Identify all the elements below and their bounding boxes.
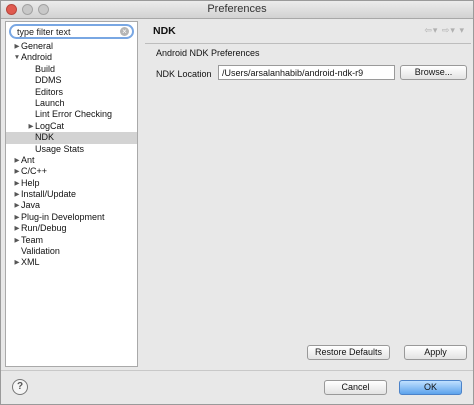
tree-item-validation[interactable]: Validation — [6, 246, 137, 257]
preference-tree-pane: × ▶General▼AndroidBuildDDMSEditorsLaunch… — [5, 21, 138, 367]
help-icon[interactable]: ? — [12, 379, 28, 395]
tree-item-label: Build — [35, 63, 56, 74]
ok-button[interactable]: OK — [399, 380, 462, 395]
collapsed-arrow-icon[interactable]: ▶ — [13, 189, 21, 200]
tree-item-c-c[interactable]: ▶ C/C++ — [6, 166, 137, 177]
tree-item-label: Validation — [21, 246, 60, 257]
preference-page: NDK ⇦▾ ⇨▾ ▾ Android NDK Preferences NDK … — [145, 21, 471, 367]
preference-tree: ▶ General ▼ Android Build DDMS Editors Launch Li… — [6, 41, 137, 269]
clear-icon[interactable]: × — [120, 27, 129, 36]
filter-box[interactable]: × — [9, 24, 134, 39]
tree-item-label: Ant — [21, 154, 35, 165]
tree-item-label: Install/Update — [21, 189, 77, 200]
collapsed-arrow-icon[interactable]: ▶ — [13, 200, 21, 211]
tree-item-label: General — [21, 41, 54, 51]
page-title: NDK — [153, 25, 176, 37]
restore-defaults-button[interactable]: Restore Defaults — [307, 345, 390, 360]
close-window-button[interactable] — [6, 4, 17, 15]
tree-item-label: Run/Debug — [21, 223, 67, 234]
history-nav: ⇦▾ ⇨▾ ▾ — [424, 25, 465, 36]
tree-item-label: Plug-in Development — [21, 211, 105, 222]
collapsed-arrow-icon[interactable]: ▶ — [27, 121, 35, 132]
title-bar: Preferences — [1, 1, 473, 19]
filter-input[interactable] — [17, 26, 117, 37]
collapsed-arrow-icon[interactable]: ▶ — [13, 257, 21, 268]
tree-item-label: Android — [21, 52, 53, 63]
apply-button[interactable]: Apply — [404, 345, 467, 360]
tree-item-run-debug[interactable]: ▶ Run/Debug — [6, 223, 137, 234]
section-heading: Android NDK Preferences — [156, 48, 260, 58]
tree-item-label: Usage Stats — [35, 143, 85, 154]
tree-item-label: LogCat — [35, 120, 65, 131]
collapsed-arrow-icon[interactable]: ▶ — [13, 223, 21, 234]
tree-item-help[interactable]: ▶ Help — [6, 178, 137, 189]
tree-item-usage-stats[interactable]: Usage Stats — [6, 144, 137, 155]
collapsed-arrow-icon[interactable]: ▶ — [13, 155, 21, 166]
tree-item-label: NDK — [35, 132, 55, 143]
cancel-button[interactable]: Cancel — [324, 380, 387, 395]
tree-item-label: Help — [21, 177, 40, 188]
tree-item-plug-in-development[interactable]: ▶ Plug-in Development — [6, 212, 137, 223]
tree-item-install-update[interactable]: ▶ Install/Update — [6, 189, 137, 200]
dialog-footer: ? Cancel OK — [1, 370, 473, 405]
tree-item-xml[interactable]: ▶ XML — [6, 257, 137, 268]
tree-item-logcat[interactable]: ▶ LogCat — [6, 121, 137, 132]
tree-item-team[interactable]: ▶ Team — [6, 235, 137, 246]
collapsed-arrow-icon[interactable]: ▶ — [13, 235, 21, 246]
tree-item-label: Lint Error Checking — [35, 109, 113, 120]
ndk-location-label: NDK Location — [156, 69, 212, 79]
tree-item-android[interactable]: ▼ Android — [6, 52, 137, 63]
minimize-window-button[interactable] — [22, 4, 33, 15]
zoom-window-button[interactable] — [38, 4, 49, 15]
tree-item-general[interactable]: ▶ General — [6, 41, 137, 52]
tree-item-label: Team — [21, 234, 44, 245]
tree-item-editors[interactable]: Editors — [6, 87, 137, 98]
tree-item-label: Editors — [35, 86, 64, 97]
tree-item-build[interactable]: Build — [6, 64, 137, 75]
tree-item-label: DDMS — [35, 75, 62, 86]
ndk-location-field[interactable] — [218, 65, 395, 80]
collapsed-arrow-icon[interactable]: ▶ — [13, 178, 21, 189]
tree-item-label: XML — [21, 257, 40, 268]
tree-item-java[interactable]: ▶ Java — [6, 200, 137, 211]
forward-arrow-icon[interactable]: ⇨▾ — [442, 25, 456, 35]
tree-item-ant[interactable]: ▶ Ant — [6, 155, 137, 166]
collapsed-arrow-icon[interactable]: ▶ — [13, 212, 21, 223]
window-title: Preferences — [207, 3, 267, 15]
tree-item-ddms[interactable]: DDMS — [6, 75, 137, 86]
expanded-arrow-icon[interactable]: ▼ — [13, 52, 21, 63]
page-header: NDK ⇦▾ ⇨▾ ▾ — [145, 21, 471, 44]
tree-item-ndk[interactable]: NDK — [6, 132, 137, 144]
view-menu-icon[interactable]: ▾ — [459, 25, 465, 35]
tree-item-launch[interactable]: Launch — [6, 98, 137, 109]
tree-item-lint-error-checking[interactable]: Lint Error Checking — [6, 109, 137, 120]
collapsed-arrow-icon[interactable]: ▶ — [13, 41, 21, 52]
collapsed-arrow-icon[interactable]: ▶ — [13, 166, 21, 177]
back-arrow-icon[interactable]: ⇦▾ — [424, 25, 438, 35]
tree-item-label: C/C++ — [21, 166, 48, 177]
tree-item-label: Java — [21, 200, 41, 211]
tree-item-label: Launch — [35, 97, 65, 108]
preferences-window: Preferences × ▶General▼AndroidBuildDDMSE… — [0, 0, 474, 405]
browse-button[interactable]: Browse... — [400, 65, 467, 80]
